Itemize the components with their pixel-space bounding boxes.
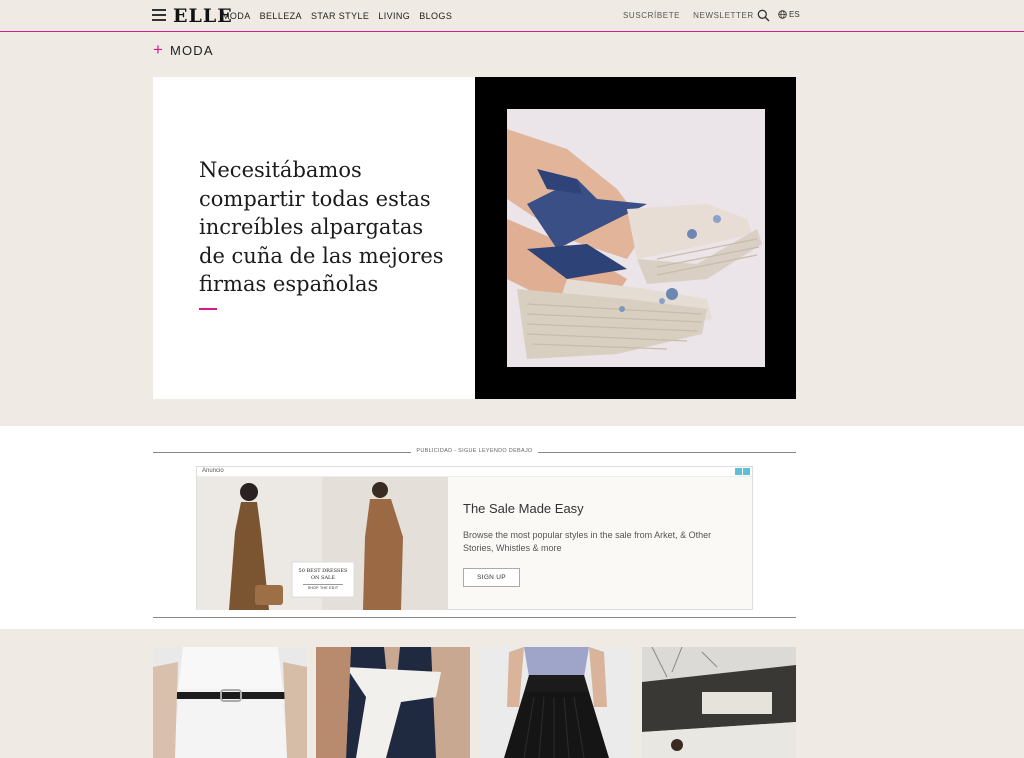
section-heading: + MODA bbox=[153, 40, 214, 59]
search-icon[interactable] bbox=[757, 9, 770, 22]
ad-badge: 50 BEST DRESSES ON SALE SHOP THE EDIT bbox=[292, 568, 354, 592]
section-title[interactable]: MODA bbox=[170, 43, 214, 58]
ad-disclaimer: PUBLICIDAD - SIGUE LEYENDO DEBAJO bbox=[153, 446, 796, 458]
sign-up-button[interactable]: SIGN UP bbox=[463, 568, 520, 587]
card-1-image bbox=[153, 647, 307, 758]
main-nav: MODA BELLEZA STAR STYLE LIVING BLOGS bbox=[222, 11, 452, 21]
language-selector[interactable]: ES bbox=[778, 10, 800, 19]
ad-title[interactable]: The Sale Made Easy bbox=[463, 501, 584, 516]
language-label: ES bbox=[789, 10, 800, 19]
ad-choices-icon[interactable] bbox=[735, 468, 751, 476]
ad-badge-line2: ON SALE bbox=[310, 575, 336, 581]
card-4-image bbox=[642, 647, 796, 758]
hero-image[interactable] bbox=[507, 109, 765, 367]
ad-divider bbox=[153, 617, 796, 618]
globe-icon bbox=[778, 10, 787, 19]
ad-description: Browse the most popular styles in the sa… bbox=[463, 530, 712, 553]
ad-disclaimer-text: PUBLICIDAD - SIGUE LEYENDO DEBAJO bbox=[411, 448, 538, 454]
article-card-3[interactable] bbox=[479, 647, 633, 758]
ad-anuncio-label: Anuncio bbox=[202, 468, 224, 474]
nav-item-living[interactable]: LIVING bbox=[378, 11, 410, 21]
utility-nav: SUSCRÍBETE NEWSLETTER bbox=[623, 11, 754, 20]
article-card-2[interactable] bbox=[316, 647, 470, 758]
hero-title[interactable]: Necesitábamos compartir todas estas incr… bbox=[199, 156, 449, 299]
newsletter-link[interactable]: NEWSLETTER bbox=[693, 11, 754, 20]
ad-badge-link[interactable]: SHOP THE EDIT bbox=[292, 585, 354, 592]
plus-icon: + bbox=[153, 40, 163, 59]
title-accent-line bbox=[199, 308, 217, 310]
ad-banner[interactable]: Anuncio 50 BEST DRESSES ON SALE SHOP THE… bbox=[196, 466, 753, 610]
hero-image-frame bbox=[475, 77, 796, 399]
hero-article[interactable]: Necesitábamos compartir todas estas incr… bbox=[153, 77, 796, 399]
top-header: ELLE MODA BELLEZA STAR STYLE LIVING BLOG… bbox=[0, 0, 1024, 32]
nav-item-moda[interactable]: MODA bbox=[222, 11, 251, 21]
subscribe-link[interactable]: SUSCRÍBETE bbox=[623, 11, 680, 20]
card-3-image bbox=[479, 647, 633, 758]
ad-badge-line1: 50 BEST DRESSES bbox=[298, 568, 348, 574]
menu-icon[interactable] bbox=[152, 9, 166, 21]
article-card-1[interactable] bbox=[153, 647, 307, 758]
nav-item-star-style[interactable]: STAR STYLE bbox=[311, 11, 369, 21]
card-2-image bbox=[316, 647, 470, 758]
hero-text-panel: Necesitábamos compartir todas estas incr… bbox=[153, 77, 475, 399]
ad-image[interactable]: 50 BEST DRESSES ON SALE SHOP THE EDIT bbox=[197, 477, 448, 610]
nav-item-blogs[interactable]: BLOGS bbox=[419, 11, 452, 21]
nav-item-belleza[interactable]: BELLEZA bbox=[260, 11, 302, 21]
article-card-4[interactable] bbox=[642, 647, 796, 758]
ad-topbar: Anuncio bbox=[197, 467, 752, 477]
espadrille-illustration bbox=[507, 109, 765, 367]
